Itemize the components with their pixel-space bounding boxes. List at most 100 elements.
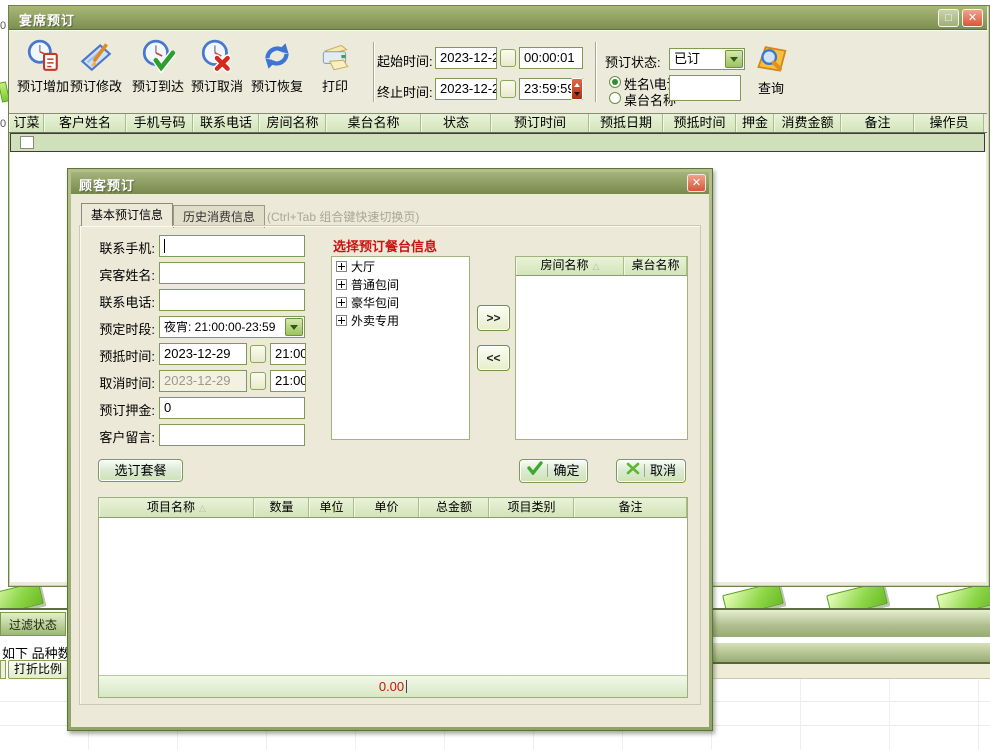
- name-phone-radio[interactable]: [609, 76, 621, 88]
- tree-item-hall[interactable]: 大厅: [336, 260, 469, 275]
- column-header[interactable]: 客户姓名: [44, 114, 126, 132]
- tree-item-takeout[interactable]: 外卖专用: [336, 314, 469, 329]
- column-header[interactable]: 状态: [421, 114, 491, 132]
- table-name-radio[interactable]: [609, 92, 621, 104]
- start-date-input[interactable]: 2023-12-29: [435, 47, 497, 69]
- move-right-button[interactable]: >>: [477, 305, 510, 331]
- background-spreadsheet-bottom: [0, 731, 990, 750]
- item-column-header[interactable]: 总金额: [419, 498, 489, 517]
- cancel-button-label: 取消: [650, 463, 676, 478]
- arrive-date-picker-button[interactable]: [250, 345, 266, 363]
- text-caret: [406, 680, 407, 693]
- tab-basic-reservation[interactable]: 基本预订信息: [81, 203, 173, 226]
- tree-item-label: 外卖专用: [351, 314, 399, 328]
- item-column-header[interactable]: 数量: [254, 498, 309, 517]
- edit-pen-icon: [64, 38, 128, 74]
- item-column-header[interactable]: 单位: [309, 498, 354, 517]
- filter-status-tab[interactable]: 过滤状态: [0, 612, 66, 636]
- tel-input[interactable]: [159, 289, 305, 311]
- room-tree[interactable]: 大厅 普通包间 豪华包间 外卖专用: [331, 256, 470, 440]
- dialog-body: 顾客预订 ✕ 基本预订信息 历史消费信息 (Ctrl+Tab 组合键快速切换页)…: [71, 172, 709, 727]
- guest-name-label: 宾客姓名:: [95, 265, 155, 284]
- button-label: 查询: [739, 78, 803, 97]
- toolbar-separator: [595, 42, 596, 102]
- period-value: 夜宵: 21:00:00-23:59: [164, 320, 275, 334]
- tree-item-label: 豪华包间: [351, 296, 399, 310]
- column-header[interactable]: 操作员: [914, 114, 984, 132]
- item-column-header[interactable]: 备注: [574, 498, 687, 517]
- arrive-time-input[interactable]: 21:00: [270, 343, 306, 365]
- column-header[interactable]: 联系电话: [193, 114, 259, 132]
- guest-name-input[interactable]: [159, 262, 305, 284]
- reservation-table-header: 订菜 客户姓名 手机号码 联系电话 房间名称 桌台名称 状态 预订时间 预抵日期…: [9, 113, 987, 133]
- column-header[interactable]: 预抵日期: [589, 114, 663, 132]
- item-column-header[interactable]: 项目名称: [99, 498, 254, 517]
- room-name-column-header[interactable]: 房间名称: [516, 257, 624, 275]
- column-header[interactable]: 桌台名称: [326, 114, 421, 132]
- column-header[interactable]: 订菜: [9, 114, 44, 132]
- maximize-button[interactable]: □: [938, 9, 959, 27]
- table-name-column-header[interactable]: 桌台名称: [624, 257, 687, 275]
- ok-button[interactable]: 确定: [519, 459, 588, 483]
- search-input[interactable]: [669, 75, 741, 101]
- column-header[interactable]: 消费金额: [774, 114, 841, 132]
- reserved-items-table[interactable]: 项目名称 数量 单位 单价 总金额 项目类别 备注 0.00: [98, 497, 688, 698]
- expand-plus-icon[interactable]: [336, 279, 347, 290]
- time-spinner[interactable]: [571, 78, 583, 100]
- select-table-title: 选择预订餐台信息: [333, 236, 437, 255]
- column-header[interactable]: 预订时间: [491, 114, 589, 132]
- reservation-arrive-button[interactable]: 预订到达: [126, 38, 190, 104]
- reservation-restore-button[interactable]: 预订恢复: [245, 38, 309, 104]
- expand-plus-icon[interactable]: [336, 315, 347, 326]
- arrive-time-label: 预抵时间:: [95, 346, 155, 365]
- status-select[interactable]: 已订: [669, 48, 745, 70]
- tree-item-label: 普通包间: [351, 278, 399, 292]
- move-left-button[interactable]: <<: [477, 345, 510, 371]
- cancel-date-picker-button[interactable]: [250, 372, 266, 390]
- end-date-input[interactable]: 2023-12-29: [435, 78, 497, 100]
- column-header[interactable]: 预抵时间: [663, 114, 736, 132]
- cancel-button[interactable]: 取消: [616, 459, 686, 483]
- status-label: 预订状态:: [605, 52, 661, 71]
- message-input[interactable]: [159, 424, 305, 446]
- query-button[interactable]: 查询: [739, 40, 803, 106]
- tree-item-luxury-room[interactable]: 豪华包间: [336, 296, 469, 311]
- expand-plus-icon[interactable]: [336, 297, 347, 308]
- tree-item-label: 大厅: [351, 260, 375, 274]
- reservation-cancel-button[interactable]: 预订取消: [185, 38, 249, 104]
- expand-plus-icon[interactable]: [336, 261, 347, 272]
- tree-item-normal-room[interactable]: 普通包间: [336, 278, 469, 293]
- select-package-button[interactable]: 选订套餐: [98, 459, 183, 482]
- cancel-time-input[interactable]: 21:00: [270, 370, 306, 392]
- button-label: 预订到达: [126, 76, 190, 95]
- button-label: 预订修改: [64, 76, 128, 95]
- start-time-label: 起始时间:: [377, 51, 433, 70]
- refresh-arrows-icon: [245, 38, 309, 74]
- reservation-modify-button[interactable]: 预订修改: [64, 38, 128, 104]
- arrive-date-input[interactable]: 2023-12-29: [159, 343, 247, 365]
- column-header[interactable]: 备注: [841, 114, 914, 132]
- column-header[interactable]: 手机号码: [126, 114, 193, 132]
- items-total-value: 0.00: [379, 679, 404, 694]
- deposit-input[interactable]: 0: [159, 397, 305, 419]
- chevron-down-icon[interactable]: [285, 318, 303, 336]
- item-column-header[interactable]: 单价: [354, 498, 419, 517]
- start-time-input[interactable]: 00:00:01: [519, 47, 583, 69]
- dialog-close-button[interactable]: ✕: [687, 174, 706, 192]
- item-column-header[interactable]: 项目类别: [489, 498, 574, 517]
- table-row[interactable]: [10, 133, 985, 152]
- selected-tables-list[interactable]: 房间名称 桌台名称: [515, 256, 688, 440]
- order-dishes-checkbox[interactable]: [20, 136, 34, 149]
- column-header[interactable]: 房间名称: [259, 114, 326, 132]
- period-select[interactable]: 夜宵: 21:00:00-23:59: [159, 316, 305, 338]
- start-date-picker-button[interactable]: [500, 49, 516, 67]
- print-button[interactable]: 打印: [303, 38, 367, 104]
- clock-check-icon: [126, 38, 190, 74]
- discount-ratio-button[interactable]: 打折比例: [8, 660, 68, 679]
- message-label: 客户留言:: [95, 427, 155, 446]
- column-header[interactable]: 押金: [736, 114, 774, 132]
- end-date-picker-button[interactable]: [500, 80, 516, 98]
- phone-input[interactable]: [159, 235, 305, 257]
- tel-label: 联系电话:: [95, 292, 155, 311]
- close-button[interactable]: ✕: [962, 9, 983, 27]
